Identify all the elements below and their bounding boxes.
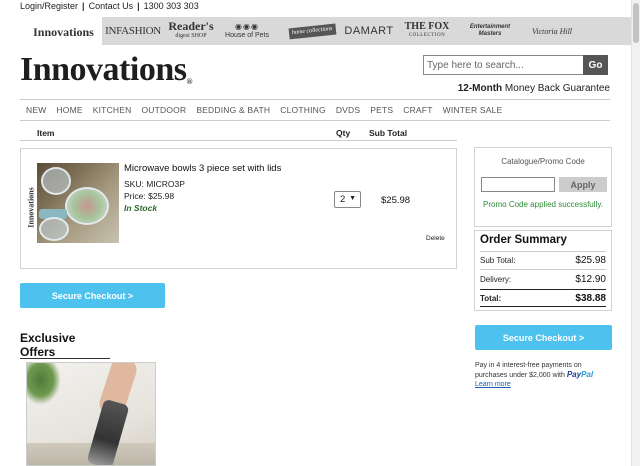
quantity-select[interactable]: 2 ▼ bbox=[334, 191, 361, 208]
divider bbox=[20, 140, 457, 141]
order-summary: Order Summary Sub Total: $25.98 Delivery:… bbox=[474, 230, 612, 311]
brand-readers-digest[interactable]: Reader's digest SHOP bbox=[163, 17, 219, 45]
nav-item-craft[interactable]: CRAFT bbox=[398, 105, 437, 115]
scrollbar[interactable] bbox=[631, 0, 640, 466]
site-logo[interactable]: Innovations® bbox=[20, 51, 193, 89]
separator: | bbox=[82, 1, 85, 11]
offer-image[interactable] bbox=[26, 362, 156, 466]
learn-more-link[interactable]: Learn more bbox=[475, 381, 511, 388]
promo-success-message: Promo Code applied successfully. bbox=[483, 200, 603, 209]
brand-house-of-pets[interactable]: ◉◉◉ House of Pets bbox=[221, 17, 273, 45]
login-link[interactable]: Login/Register bbox=[20, 1, 78, 11]
separator: | bbox=[137, 1, 140, 11]
delete-link[interactable]: Delete bbox=[426, 235, 445, 242]
nav-item-dvds[interactable]: DVDS bbox=[331, 105, 365, 115]
brand-infashion[interactable]: INFASHION bbox=[104, 17, 162, 45]
divider bbox=[480, 269, 606, 270]
nav-item-new[interactable]: NEW bbox=[20, 105, 51, 115]
main-nav: NEW HOME KITCHEN OUTDOOR BEDDING & BATH … bbox=[20, 99, 610, 121]
promo-code-panel: Catalogue/Promo Code Apply Promo Code ap… bbox=[474, 147, 612, 227]
paypal-logo: PayPal bbox=[566, 370, 594, 379]
nav-item-clothing[interactable]: CLOTHING bbox=[275, 105, 331, 115]
order-summary-title: Order Summary bbox=[480, 234, 567, 246]
phone-number[interactable]: 1300 303 303 bbox=[144, 1, 199, 11]
contact-link[interactable]: Contact Us bbox=[89, 1, 134, 11]
column-header-subtotal: Sub Total bbox=[369, 128, 408, 138]
divider bbox=[480, 306, 606, 307]
nav-item-winter-sale[interactable]: WINTER SALE bbox=[438, 105, 508, 115]
brand-entertainment-masters[interactable]: Entertainment Masters bbox=[461, 17, 519, 45]
vertical-brand-label: Innovations bbox=[26, 186, 36, 228]
cart-item: Innovations Microwave bowls 3 piece set … bbox=[20, 148, 457, 269]
secure-checkout-button-summary[interactable]: Secure Checkout > bbox=[475, 325, 612, 350]
nav-item-pets[interactable]: PETS bbox=[365, 105, 398, 115]
product-sku: SKU: MICRO3P bbox=[124, 179, 185, 189]
bowl-shape bbox=[39, 217, 69, 241]
column-header-item: Item bbox=[37, 128, 55, 138]
exclusive-offers-title: Exclusive Offers bbox=[20, 331, 76, 359]
nav-item-bedding-bath[interactable]: BEDDING & BATH bbox=[191, 105, 275, 115]
promo-code-label: Catalogue/Promo Code bbox=[501, 157, 585, 166]
stock-status: In Stock bbox=[124, 203, 158, 213]
secure-checkout-button[interactable]: Secure Checkout > bbox=[20, 283, 165, 308]
plant-shape bbox=[27, 363, 61, 405]
nav-item-home[interactable]: HOME bbox=[51, 105, 87, 115]
nav-item-outdoor[interactable]: OUTDOOR bbox=[136, 105, 191, 115]
divider bbox=[480, 289, 606, 290]
brand-victoria-hill[interactable]: Victoria Hill bbox=[527, 17, 577, 45]
search-go-button[interactable]: Go bbox=[583, 55, 608, 75]
brand-fox-collection[interactable]: THE FOX COLLECTION bbox=[403, 17, 451, 45]
summary-row-subtotal: Sub Total: $25.98 bbox=[480, 254, 606, 266]
apply-button[interactable]: Apply bbox=[559, 177, 607, 192]
paypal-message: Pay in 4 interest-free payments on purch… bbox=[475, 362, 594, 388]
divider bbox=[20, 358, 110, 359]
brand-damart[interactable]: DAMART bbox=[343, 17, 395, 45]
guarantee-text: 12-Month Money Back Guarantee bbox=[457, 83, 610, 94]
summary-row-delivery: Delivery: $12.90 bbox=[480, 273, 606, 285]
utility-bar: Login/Register | Contact Us | 1300 303 3… bbox=[20, 1, 199, 11]
paw-icon: ◉◉◉ bbox=[235, 22, 259, 31]
summary-row-total: Total: $38.88 bbox=[480, 292, 606, 304]
search-input[interactable] bbox=[423, 55, 608, 75]
product-price: Price: $25.98 bbox=[124, 191, 175, 201]
product-image[interactable] bbox=[37, 163, 119, 243]
chevron-down-icon: ▼ bbox=[349, 195, 356, 202]
bowl-shape bbox=[65, 187, 109, 225]
nav-item-kitchen[interactable]: KITCHEN bbox=[88, 105, 137, 115]
brand-home-collections[interactable]: home collections bbox=[287, 17, 337, 45]
scrollbar-thumb[interactable] bbox=[633, 3, 639, 43]
divider bbox=[480, 251, 606, 252]
column-header-qty: Qty bbox=[336, 128, 351, 138]
product-name[interactable]: Microwave bowls 3 piece set with lids bbox=[124, 163, 281, 174]
brand-innovations[interactable]: Innovations bbox=[25, 17, 102, 45]
promo-code-input[interactable] bbox=[481, 177, 555, 192]
brand-bar: Innovations INFASHION Reader's digest SH… bbox=[25, 17, 633, 45]
line-subtotal: $25.98 bbox=[381, 195, 411, 206]
bowl-shape bbox=[41, 167, 71, 195]
